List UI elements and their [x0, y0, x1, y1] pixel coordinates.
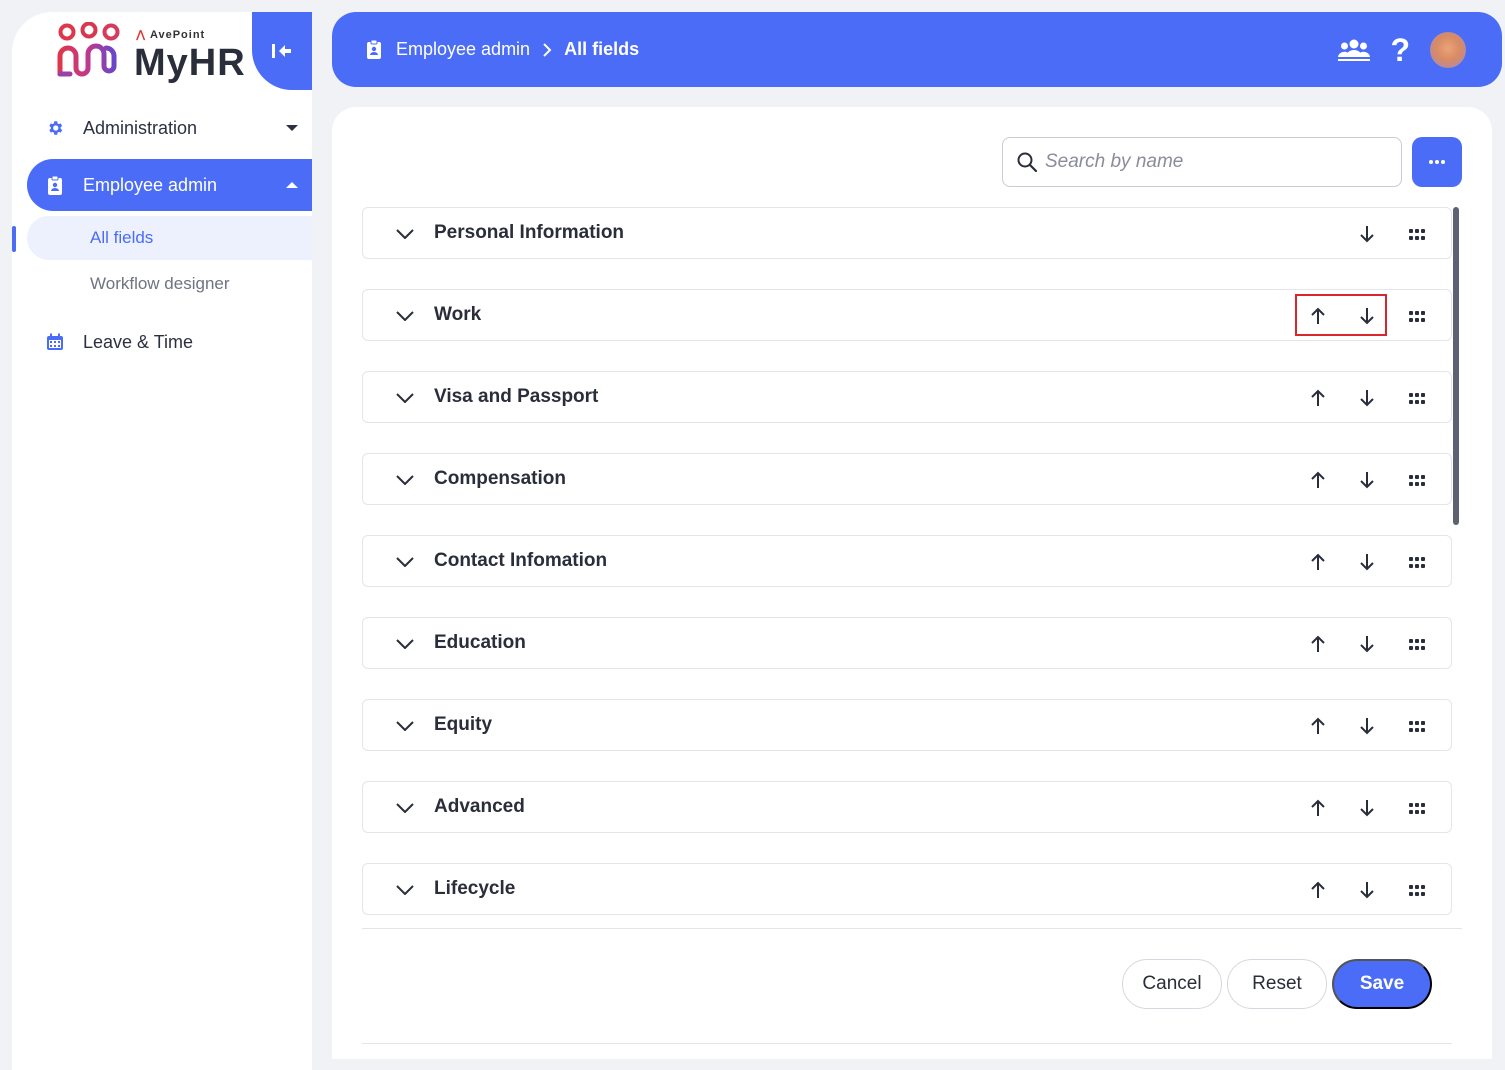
chevron-down-icon[interactable] — [393, 222, 417, 246]
section-title: Lifecycle — [434, 878, 516, 899]
section-title: Compensation — [434, 468, 566, 489]
sidebar-item-employee-admin[interactable]: Employee admin — [27, 159, 312, 211]
arrow-down-icon[interactable] — [1354, 221, 1380, 247]
sidebar-item-administration[interactable]: Administration — [27, 102, 312, 154]
drag-handle-icon[interactable] — [1404, 549, 1430, 575]
chevron-down-icon[interactable] — [393, 714, 417, 738]
caret-down-icon — [272, 124, 312, 132]
scrollbar[interactable] — [1453, 207, 1459, 525]
ellipsis-icon — [1429, 160, 1445, 164]
gear-icon — [27, 119, 83, 137]
avatar[interactable] — [1430, 31, 1466, 68]
drag-handle-icon[interactable] — [1404, 631, 1430, 657]
divider — [362, 928, 1462, 929]
clipboard-badge-icon — [366, 40, 382, 59]
clipboard-badge-icon — [27, 175, 83, 195]
arrow-down-icon[interactable] — [1354, 303, 1380, 329]
section-title: Equity — [434, 714, 493, 735]
active-item-indicator — [12, 226, 16, 252]
help-icon[interactable]: ? — [1390, 34, 1410, 66]
arrow-up-icon[interactable] — [1305, 631, 1331, 657]
section-title: Visa and Passport — [434, 386, 599, 407]
save-button[interactable]: Save — [1332, 959, 1432, 1009]
drag-handle-icon[interactable] — [1404, 221, 1430, 247]
drag-handle-icon[interactable] — [1404, 385, 1430, 411]
caret-up-icon — [272, 181, 312, 189]
arrow-up-icon[interactable] — [1305, 713, 1331, 739]
chevron-down-icon[interactable] — [393, 386, 417, 410]
sidebar-subitem-workflow-designer[interactable]: Workflow designer — [27, 262, 312, 306]
chevron-down-icon[interactable] — [393, 304, 417, 328]
section-row[interactable]: Personal Information — [362, 207, 1452, 259]
drag-handle-icon[interactable] — [1404, 713, 1430, 739]
product-name: MyHR — [134, 42, 246, 84]
reset-button[interactable]: Reset — [1227, 959, 1327, 1009]
section-title: Work — [434, 304, 482, 325]
sidebar: ⋀ AvePoint MyHR Administration Employee … — [12, 12, 312, 1070]
chevron-down-icon[interactable] — [393, 468, 417, 492]
cancel-button[interactable]: Cancel — [1122, 959, 1222, 1009]
arrow-up-icon[interactable] — [1305, 385, 1331, 411]
arrow-down-icon[interactable] — [1354, 877, 1380, 903]
search-icon — [1017, 152, 1037, 172]
section-row[interactable]: Compensation — [362, 453, 1452, 505]
section-row[interactable]: Equity — [362, 699, 1452, 751]
drag-handle-icon[interactable] — [1404, 795, 1430, 821]
drag-handle-icon[interactable] — [1404, 303, 1430, 329]
sidebar-item-label: Administration — [83, 117, 198, 138]
vendor-name: ⋀ AvePoint — [136, 29, 206, 41]
section-row[interactable]: Lifecycle — [362, 863, 1452, 915]
breadcrumb-all-fields: All fields — [564, 39, 640, 59]
more-options-button[interactable] — [1412, 137, 1462, 187]
chevron-down-icon[interactable] — [393, 550, 417, 574]
sidebar-subitem-all-fields[interactable]: All fields — [27, 216, 312, 260]
myhr-logo-icon — [57, 22, 120, 77]
drag-handle-icon[interactable] — [1404, 467, 1430, 493]
section-row[interactable]: Education — [362, 617, 1452, 669]
section-title: Personal Information — [434, 222, 625, 243]
divider — [362, 1043, 1452, 1044]
main-panel: Personal Information Work Visa and Passp… — [332, 107, 1492, 1059]
sidebar-item-label: Employee admin — [83, 174, 218, 195]
top-header: Employee admin All fields ? — [332, 12, 1502, 87]
arrow-down-icon[interactable] — [1354, 467, 1380, 493]
arrow-up-icon[interactable] — [1305, 877, 1331, 903]
chevron-down-icon[interactable] — [393, 796, 417, 820]
search-input[interactable] — [1045, 151, 1375, 173]
arrow-up-icon[interactable] — [1305, 467, 1331, 493]
collapse-left-icon — [272, 44, 291, 58]
arrow-down-icon[interactable] — [1354, 631, 1380, 657]
arrow-up-icon[interactable] — [1305, 795, 1331, 821]
section-row[interactable]: Contact Infomation — [362, 535, 1452, 587]
arrow-down-icon[interactable] — [1354, 385, 1380, 411]
arrow-down-icon[interactable] — [1354, 795, 1380, 821]
arrow-down-icon[interactable] — [1354, 549, 1380, 575]
app-logo: ⋀ AvePoint MyHR — [56, 22, 246, 92]
section-row[interactable]: Advanced — [362, 781, 1452, 833]
breadcrumb-employee-admin[interactable]: Employee admin — [396, 39, 530, 60]
chevron-down-icon[interactable] — [393, 632, 417, 656]
chevron-down-icon[interactable] — [393, 878, 417, 902]
header-actions: ? — [1318, 12, 1466, 87]
arrow-up-icon[interactable] — [1305, 549, 1331, 575]
arrow-down-icon[interactable] — [1354, 713, 1380, 739]
team-icon[interactable] — [1338, 38, 1371, 62]
chevron-right-icon — [542, 42, 552, 57]
section-row[interactable]: Visa and Passport — [362, 371, 1452, 423]
section-row[interactable]: Work — [362, 289, 1452, 341]
arrow-up-icon[interactable] — [1305, 303, 1331, 329]
sidebar-item-label: Leave & Time — [83, 331, 194, 352]
breadcrumb: Employee admin All fields — [366, 39, 639, 60]
calendar-icon — [27, 333, 83, 351]
search-field[interactable] — [1002, 137, 1402, 187]
sidebar-item-leave-time[interactable]: Leave & Time — [27, 316, 312, 368]
drag-handle-icon[interactable] — [1404, 877, 1430, 903]
section-title: Advanced — [434, 796, 525, 817]
section-title: Education — [434, 632, 526, 653]
section-title: Contact Infomation — [434, 550, 608, 571]
collapse-sidebar-button[interactable] — [252, 12, 312, 90]
